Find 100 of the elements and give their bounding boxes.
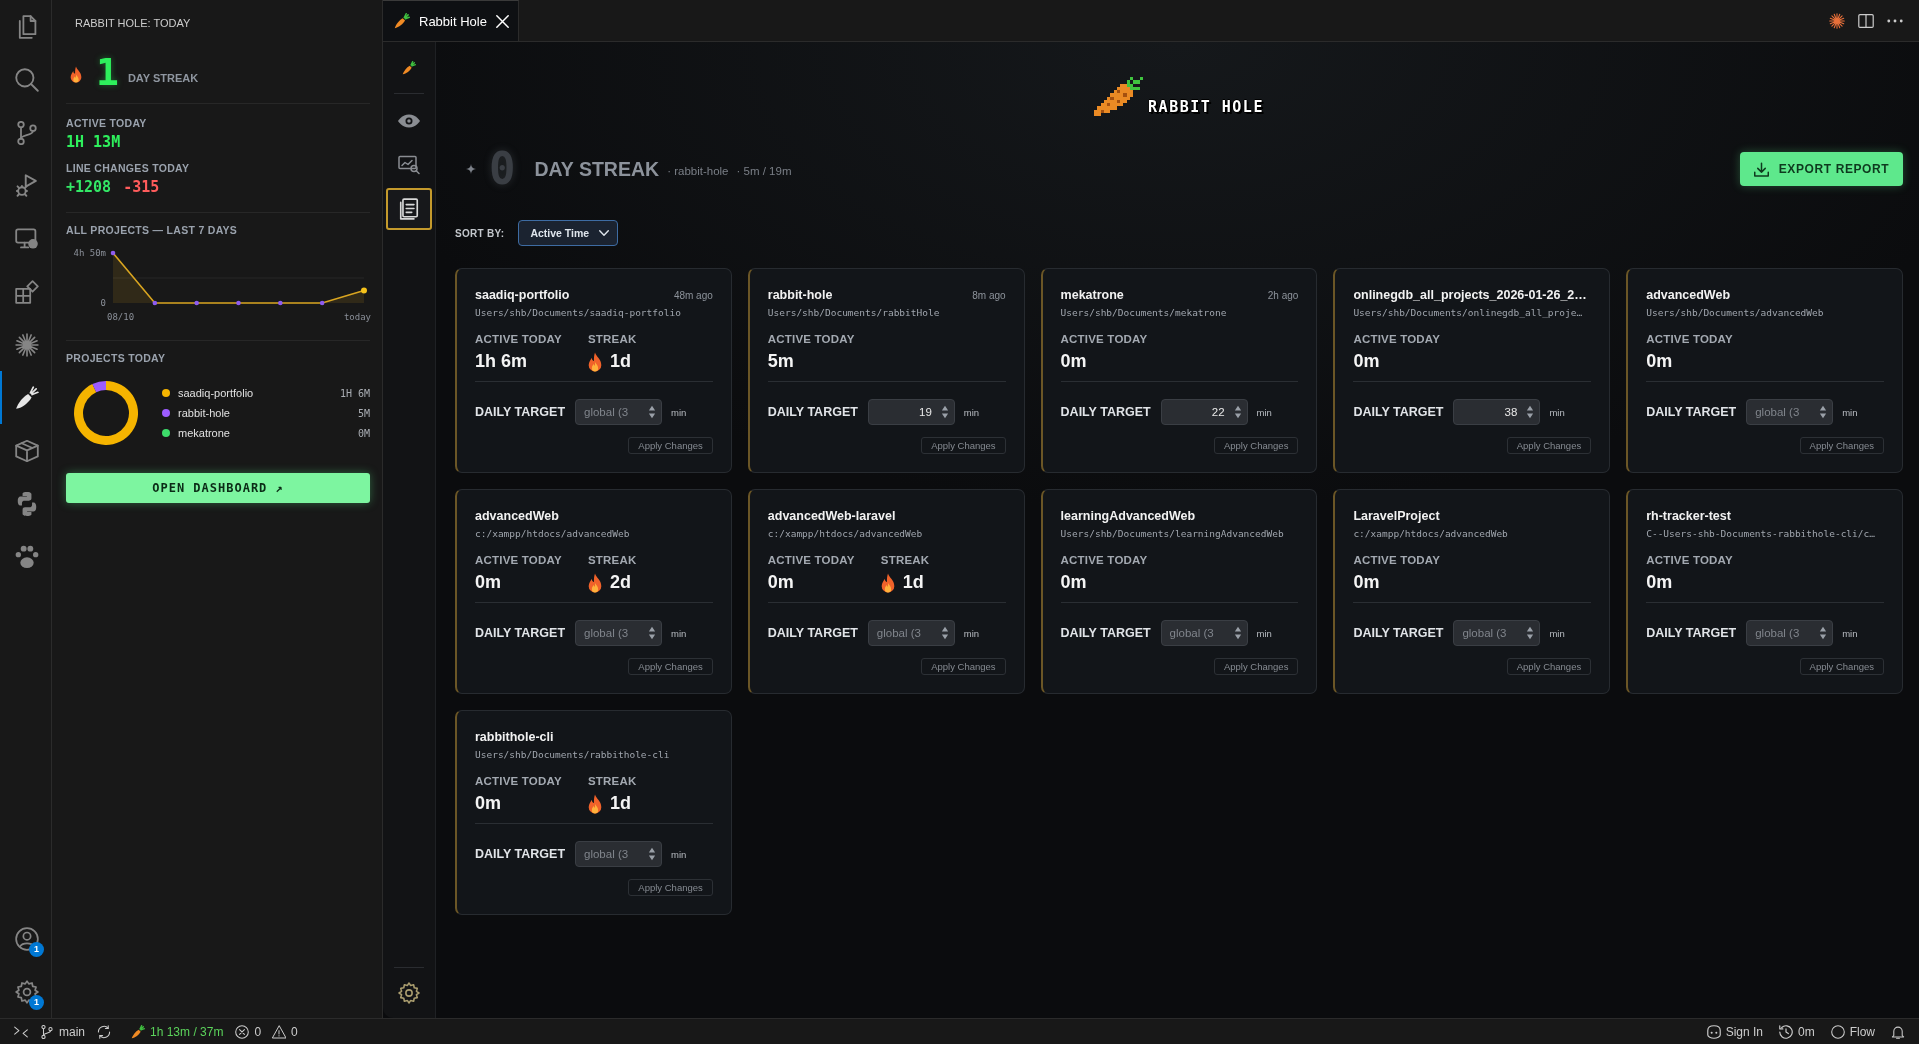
project-name: learningAdvancedWeb <box>1060 508 1196 524</box>
data-point <box>278 300 283 306</box>
target-input[interactable]: global (3 <box>575 399 662 425</box>
stat-label: ACTIVE TODAY <box>1646 553 1734 567</box>
stat-label: ACTIVE TODAY <box>1353 332 1442 346</box>
last-active-time: 2h ago <box>1267 290 1299 301</box>
carrot-icon <box>402 61 416 75</box>
sort-dropdown[interactable]: Active Time <box>518 220 619 246</box>
rail-item[interactable] <box>386 188 432 230</box>
carrot-icon <box>394 13 410 29</box>
project-path: Users/shb/Documents/mekatrone <box>1060 307 1227 319</box>
project-path: Users/shb/Documents/advancedWeb <box>1646 307 1824 319</box>
project-time: 1H 6M <box>339 387 370 399</box>
target-input[interactable]: global (3 <box>867 620 955 646</box>
circle-icon <box>1830 1024 1845 1039</box>
document-icon <box>398 198 420 220</box>
target-label: DAILY TARGET <box>1646 405 1738 419</box>
close-icon[interactable] <box>495 14 509 28</box>
project-path: C--Users-shb-Documents-rabbithole-cli/c… <box>1646 528 1875 540</box>
sort-label: SORT BY: <box>455 227 505 239</box>
project-name: advancedWeb <box>1646 287 1730 303</box>
stepper-icon[interactable] <box>648 405 656 419</box>
warning-icon <box>272 1024 287 1039</box>
burst-icon[interactable] <box>1829 12 1845 29</box>
activity-bar-item[interactable]: 1 <box>0 912 51 965</box>
stepper-icon[interactable] <box>1526 405 1535 419</box>
logo-text: RABBIT HOLE <box>1148 98 1264 116</box>
target-input[interactable]: global (3 <box>575 620 662 646</box>
unit-label: min <box>1842 627 1858 639</box>
target-input[interactable]: global (3 <box>1160 620 1248 646</box>
project-time: 5M <box>357 407 370 419</box>
target-input[interactable]: global (3 <box>1453 620 1541 646</box>
open-dashboard-button[interactable]: OPEN DASHBOARD ↗ <box>66 473 370 503</box>
target-input[interactable]: global (3 <box>575 841 662 867</box>
paw-icon <box>14 544 39 569</box>
axis-label: 0 <box>100 298 106 308</box>
streak-count: 1 <box>96 52 119 92</box>
project-name: rabbit-hole <box>178 407 230 419</box>
target-input[interactable]: 38 <box>1453 399 1541 425</box>
stepper-icon[interactable] <box>1526 626 1535 640</box>
target-label: DAILY TARGET <box>475 405 567 419</box>
target-label: DAILY TARGET <box>1060 626 1152 640</box>
target-label: DAILY TARGET <box>475 626 567 640</box>
stepper-icon[interactable] <box>648 847 656 861</box>
target-input[interactable]: 19 <box>867 399 955 425</box>
stat-label: ACTIVE TODAY <box>475 553 563 567</box>
branch-button[interactable]: main <box>34 1020 91 1043</box>
target-input[interactable]: global (3 <box>1746 620 1834 646</box>
streak-count: 1d <box>610 351 631 372</box>
panel-title: RABBIT HOLE: TODAY <box>74 16 192 31</box>
sign-in-button[interactable]: Sign In <box>1700 1020 1769 1043</box>
project-path: Users/shb/Documents/onlinegdb_all_proje… <box>1353 307 1583 319</box>
target-input[interactable]: global (3 <box>1746 399 1834 425</box>
carrot-icon <box>131 1024 145 1039</box>
active-time: 0m <box>1353 572 1380 593</box>
project-name: rh-tracker-test <box>1646 508 1731 524</box>
caret-icon <box>599 230 610 236</box>
active-time: 0m <box>767 572 794 593</box>
section-title: PROJECTS TODAY <box>66 351 167 365</box>
flame-icon <box>588 572 602 593</box>
time-tracker-button[interactable]: 1h 13m / 37m <box>125 1020 230 1043</box>
stepper-icon[interactable] <box>940 405 949 419</box>
editor-tab[interactable]: Rabbit Hole <box>383 0 519 41</box>
remote-icon <box>14 1024 28 1039</box>
stat-label: ACTIVE TODAY <box>66 116 148 130</box>
stepper-icon[interactable] <box>940 626 949 640</box>
export-report-button[interactable]: EXPORT REPORT <box>1740 152 1903 186</box>
stepper-icon[interactable] <box>1819 626 1828 640</box>
play-bug-icon <box>14 173 39 198</box>
project-path: Users/shb/Documents/rabbitHole <box>767 307 940 319</box>
stepper-icon[interactable] <box>1819 405 1828 419</box>
progress-text: · 5m / 19m <box>736 164 792 177</box>
stat-label: ACTIVE TODAY <box>767 553 856 567</box>
stat-label: LINE CHANGES TODAY <box>66 161 191 175</box>
stat-label: STREAK <box>880 553 930 567</box>
unit-label: min <box>1256 627 1272 639</box>
download-icon <box>1753 161 1769 177</box>
stepper-icon[interactable] <box>648 626 656 640</box>
axis-label: 4h 50m <box>73 248 106 258</box>
last-active-time: 8m ago <box>972 290 1006 301</box>
target-input[interactable]: 22 <box>1160 399 1248 425</box>
stat-label: STREAK <box>588 553 637 567</box>
stepper-icon[interactable] <box>1233 626 1242 640</box>
account-icon <box>14 926 39 951</box>
target-label: DAILY TARGET <box>1646 626 1738 640</box>
activity-bar-item[interactable]: 1 <box>0 965 51 1018</box>
active-time: 0m <box>1060 572 1087 593</box>
split-editor-icon[interactable] <box>1858 12 1874 29</box>
history-button[interactable]: 0m <box>1773 1020 1821 1043</box>
flame-icon <box>588 793 602 814</box>
project-name: LaravelProject <box>1353 508 1440 524</box>
problems-button[interactable]: 0 0 <box>229 1020 304 1043</box>
blocks-icon <box>14 279 39 304</box>
monitor-icon <box>14 226 39 251</box>
project-path: c:/xampp/htdocs/advancedWeb <box>1353 528 1508 540</box>
project-name: saadiq-portfolio <box>475 287 570 303</box>
lines-removed: -315 <box>123 178 160 196</box>
stepper-icon[interactable] <box>1233 405 1242 419</box>
flow-button[interactable]: Flow <box>1824 1020 1881 1043</box>
stat-label: ACTIVE TODAY <box>767 332 856 346</box>
